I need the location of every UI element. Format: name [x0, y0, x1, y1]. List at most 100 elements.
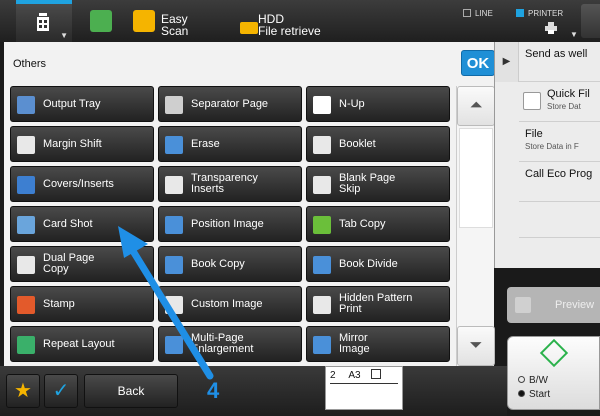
- margin-shift-icon: [17, 136, 35, 154]
- button-label: Stamp: [43, 287, 75, 321]
- transparency-inserts-icon: [165, 176, 183, 194]
- scrollbar[interactable]: ⏶ ⏷: [456, 86, 495, 366]
- n-up-button[interactable]: N-Up: [306, 86, 450, 122]
- easy-scan-label-line2: Scan: [161, 24, 189, 38]
- play-right-icon: ▶: [502, 56, 511, 67]
- card-shot-icon: [17, 216, 35, 234]
- start-option[interactable]: Start: [518, 389, 550, 400]
- preview-icon: [515, 297, 531, 313]
- repeat-layout-button[interactable]: Repeat Layout: [10, 326, 154, 362]
- scroll-down-button[interactable]: ⏷: [457, 326, 495, 366]
- folder-icon[interactable]: [240, 22, 258, 34]
- position-image-button[interactable]: Position Image: [158, 206, 302, 242]
- margin-shift-button[interactable]: Margin Shift: [10, 126, 154, 162]
- paper-status: 2 A3: [325, 366, 403, 410]
- booklet-icon: [313, 136, 331, 154]
- printer-icon[interactable]: [545, 22, 557, 34]
- covers-inserts-button[interactable]: Covers/Inserts: [10, 166, 154, 202]
- button-label: Separator Page: [191, 87, 268, 121]
- button-label-line: Tab Copy: [339, 217, 386, 230]
- output-tray-button[interactable]: Output Tray: [10, 86, 154, 122]
- send-as-well-item[interactable]: Send as well: [519, 42, 600, 82]
- preview-label: Preview: [555, 299, 595, 311]
- line-status: LINE: [463, 9, 493, 18]
- side-item-label: Send as well: [525, 48, 588, 60]
- chevron-down-icon: ▼: [60, 31, 68, 40]
- covers-inserts-icon: [17, 176, 35, 194]
- quick-file-checkbox[interactable]: [523, 92, 541, 110]
- book-divide-button[interactable]: Book Divide: [306, 246, 450, 282]
- button-label-line: Book Divide: [339, 257, 398, 270]
- back-button[interactable]: Back: [84, 374, 178, 408]
- position-image-icon: [165, 216, 183, 234]
- erase-button[interactable]: Erase: [158, 126, 302, 162]
- call-eco-program-item[interactable]: Call Eco Prog: [519, 162, 600, 202]
- button-label-line: Stamp: [43, 297, 75, 310]
- chevron-down-icon: ▼: [570, 30, 578, 39]
- action-list: Send as well Quick Fil Store Dat File St…: [519, 42, 600, 238]
- top-bar: ▼ Easy Scan HDD File retrieve LINE PRINT…: [0, 0, 600, 42]
- printer-status: PRINTER: [516, 9, 563, 18]
- home-grid-icon: [37, 13, 49, 31]
- button-label: Custom Image: [191, 287, 263, 321]
- button-label-line: Position Image: [191, 217, 264, 230]
- erase-icon: [165, 136, 183, 154]
- separator-page-button[interactable]: Separator Page: [158, 86, 302, 122]
- paper-tray-icon: [371, 369, 382, 379]
- button-label: Card Shot: [43, 207, 93, 241]
- sharp-osa-icon[interactable]: [90, 10, 112, 32]
- check-button[interactable]: ✓: [44, 374, 78, 408]
- scroll-thumb[interactable]: [459, 128, 493, 228]
- booklet-button[interactable]: Booklet: [306, 126, 450, 162]
- transparency-inserts-button[interactable]: Transparency Inserts: [158, 166, 302, 202]
- n-up-icon: [313, 96, 331, 114]
- blank-page-skip-button[interactable]: Blank Page Skip: [306, 166, 450, 202]
- hidden-pattern-print-button[interactable]: Hidden Pattern Print: [306, 286, 450, 322]
- mirror-image-button[interactable]: Mirror Image: [306, 326, 450, 362]
- tab-copy-button[interactable]: Tab Copy: [306, 206, 450, 242]
- empty-side-item: [519, 202, 600, 238]
- check-icon: ✓: [52, 380, 70, 402]
- star-icon: ★: [14, 380, 32, 402]
- dual-page-copy-button[interactable]: Dual Page Copy: [10, 246, 154, 282]
- dual-page-copy-icon: [17, 256, 35, 274]
- multi-page-enlargement-button[interactable]: Multi-Page Enlargement: [158, 326, 302, 362]
- mirror-image-icon: [313, 336, 331, 354]
- expand-panel-button[interactable]: ▶: [495, 42, 519, 82]
- scroll-up-button[interactable]: ⏶: [457, 86, 495, 126]
- top-right-button[interactable]: [581, 4, 600, 38]
- book-divide-icon: [313, 256, 331, 274]
- card-shot-button[interactable]: Card Shot: [10, 206, 154, 242]
- button-label: Transparency Inserts: [191, 167, 258, 201]
- button-label-line: Skip: [339, 183, 361, 195]
- button-label: Multi-Page Enlargement: [191, 327, 253, 361]
- side-item-sublabel: Store Dat: [547, 102, 581, 111]
- output-tray-icon: [17, 96, 35, 114]
- ok-button[interactable]: OK: [461, 50, 495, 76]
- side-item-label: Call Eco Prog: [525, 168, 593, 180]
- file-item[interactable]: File Store Data in F: [519, 122, 600, 162]
- quick-file-item[interactable]: Quick Fil Store Dat: [519, 82, 600, 122]
- hidden-pattern-print-icon: [313, 296, 331, 314]
- preview-button[interactable]: Preview: [507, 287, 600, 323]
- double-chevron-up-icon: ⏶: [469, 97, 483, 114]
- custom-image-button[interactable]: Custom Image: [158, 286, 302, 322]
- button-label-line: Covers/Inserts: [43, 177, 114, 190]
- stamp-button[interactable]: Stamp: [10, 286, 154, 322]
- button-label-line: Separator Page: [191, 97, 269, 110]
- button-label: Hidden Pattern Print: [339, 287, 412, 321]
- hdd-label-line2: File retrieve: [258, 24, 321, 38]
- home-tab[interactable]: ▼: [16, 0, 72, 42]
- paper-count: 2: [330, 370, 336, 381]
- easy-scan-icon[interactable]: [133, 10, 155, 32]
- favorite-button[interactable]: ★: [6, 374, 40, 408]
- button-label-line: N-Up: [339, 97, 365, 110]
- book-copy-button[interactable]: Book Copy: [158, 246, 302, 282]
- button-label: Book Divide: [339, 247, 398, 281]
- start-button[interactable]: B/W Start: [507, 336, 600, 410]
- bw-option[interactable]: B/W: [518, 375, 548, 386]
- button-label-line: Card Shot: [43, 217, 93, 230]
- button-label-line: Output Tray: [43, 97, 101, 110]
- others-panel: Others OK Output Tray Separator Page N-Up M…: [4, 42, 495, 366]
- button-label: Booklet: [339, 127, 376, 161]
